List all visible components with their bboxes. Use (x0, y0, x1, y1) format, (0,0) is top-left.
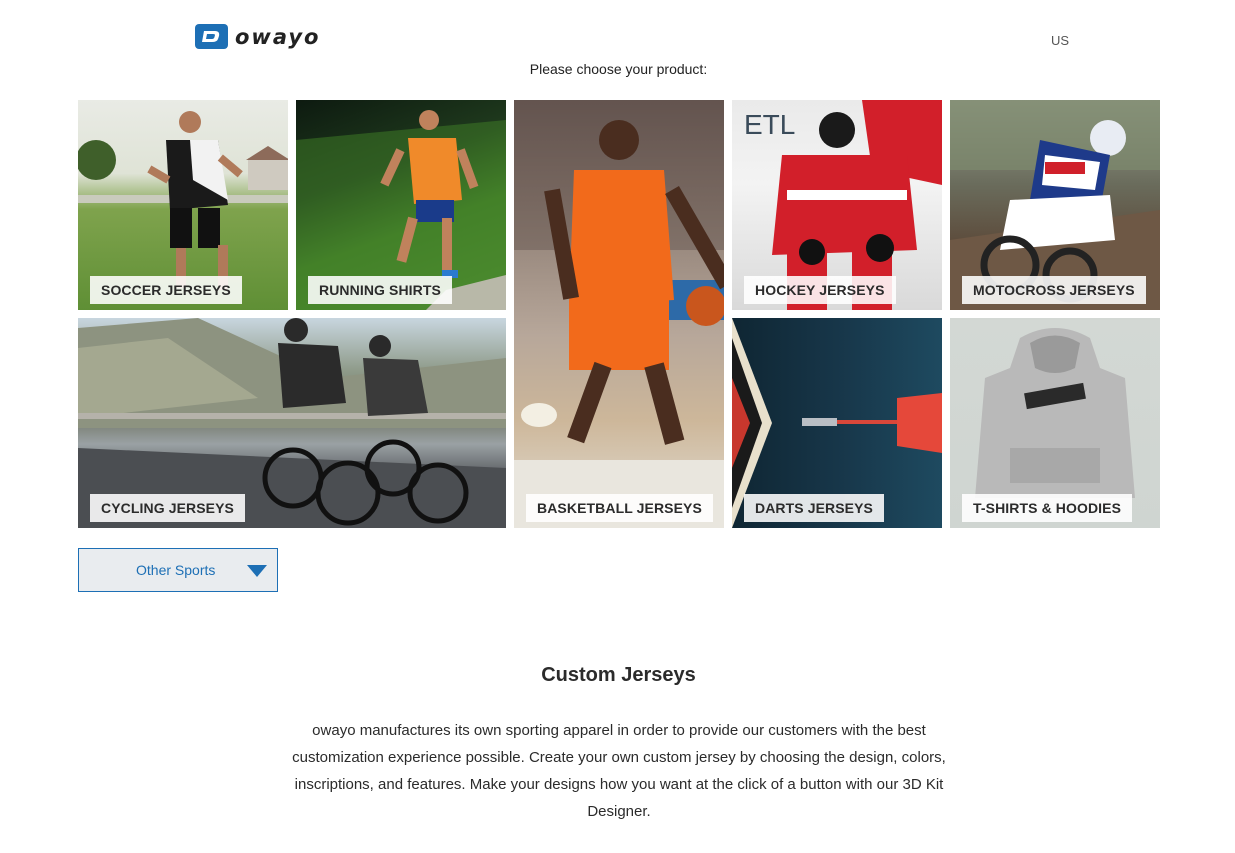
product-tile-hockey[interactable]: ETL HOCKEY JERSEYS (732, 100, 942, 310)
basketball-image (514, 100, 724, 528)
svg-text:ETL: ETL (744, 109, 795, 140)
header: owayo US (0, 0, 1235, 60)
logo-text: owayo (235, 24, 321, 49)
product-tile-soccer[interactable]: SOCCER JERSEYS (78, 100, 288, 310)
region-selector[interactable]: US (1051, 33, 1069, 48)
product-tile-darts[interactable]: DARTS JERSEYS (732, 318, 942, 528)
product-tile-hoodies[interactable]: T-SHIRTS & HOODIES (950, 318, 1160, 528)
owayo-logo[interactable]: owayo (195, 24, 320, 49)
product-label: RUNNING SHIRTS (308, 276, 452, 304)
product-prompt: Please choose your product: (529, 61, 708, 77)
product-label: MOTOCROSS JERSEYS (962, 276, 1146, 304)
section-body: owayo manufactures its own sporting appa… (292, 722, 946, 820)
other-sports-label: Other Sports (136, 562, 216, 578)
triangle-down-icon (247, 565, 267, 577)
product-label: BASKETBALL JERSEYS (526, 494, 713, 522)
other-sports-dropdown[interactable]: Other Sports (78, 548, 278, 592)
product-tile-basketball[interactable]: BASKETBALL JERSEYS (514, 100, 724, 528)
product-label: HOCKEY JERSEYS (744, 276, 896, 304)
logo-icon (195, 24, 228, 49)
product-label: DARTS JERSEYS (744, 494, 884, 522)
product-tile-running[interactable]: RUNNING SHIRTS (296, 100, 506, 310)
section-title: Custom Jerseys (541, 664, 696, 686)
product-label: CYCLING JERSEYS (90, 494, 245, 522)
product-tile-motocross[interactable]: MOTOCROSS JERSEYS (950, 100, 1160, 310)
product-label: SOCCER JERSEYS (90, 276, 242, 304)
product-label: T-SHIRTS & HOODIES (962, 494, 1133, 522)
product-tile-cycling[interactable]: CYCLING JERSEYS (78, 318, 506, 528)
